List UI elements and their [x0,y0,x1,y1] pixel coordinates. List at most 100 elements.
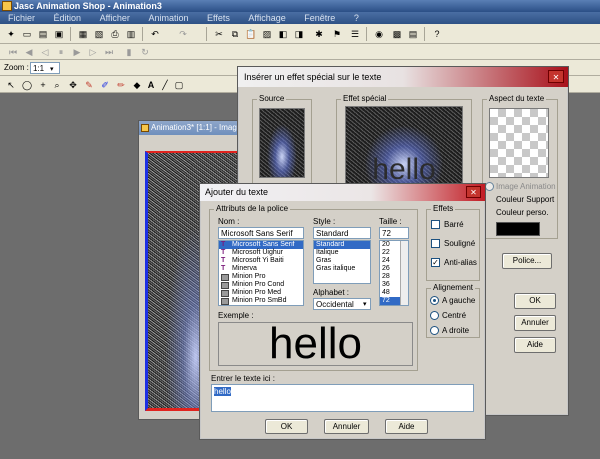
brush-icon[interactable]: ✐ [98,78,112,92]
couleur-perso-label: Couleur perso. [496,208,549,217]
new-icon[interactable]: ▭ [20,27,34,41]
save-icon[interactable]: ▣ [52,27,66,41]
frame-step-icon[interactable]: ▮ [122,45,136,59]
print-icon[interactable]: ⎙ [108,27,122,41]
frames-icon[interactable]: ▤ [406,27,420,41]
menu-affichage[interactable]: Affichage [240,13,293,23]
cancel-button[interactable]: Annuler [324,419,369,434]
font-list-item[interactable]: T Microsoft Sans Serif [219,241,303,249]
close-icon[interactable]: ✕ [548,70,564,83]
browse-icon[interactable]: ▦ [76,27,90,41]
chevron-down-icon[interactable]: ▾ [50,65,54,73]
wizard-icon[interactable]: ✦ [4,27,18,41]
film-icon[interactable]: ▥ [124,27,138,41]
crosshair-icon[interactable]: + [36,78,50,92]
menu-help[interactable]: ? [346,13,367,23]
toolbar-separator [70,27,71,41]
rewind-icon[interactable]: ◁ [38,45,52,59]
font-list-item[interactable]: Minion Pro [219,273,303,281]
close-icon[interactable]: ✕ [466,186,481,198]
align-left-radio[interactable] [430,296,439,305]
select-arrow-icon[interactable]: ↖ [4,78,18,92]
font-sample-preview: hello [218,322,413,366]
animation-window-title: Animation3* [1:1] - Image [139,121,247,135]
effect-icon[interactable]: ✱ [312,27,326,41]
transition-icon[interactable]: ⚑ [330,27,344,41]
prev-frame-icon[interactable]: ◀ [22,45,36,59]
color-swatch[interactable] [496,222,540,236]
effect-help-button[interactable]: Aide [514,337,556,353]
style-list-item[interactable]: Standard [314,241,370,249]
help-icon[interactable]: ? [430,27,444,41]
menu-edition[interactable]: Édition [46,13,90,23]
help-button[interactable]: Aide [385,419,428,434]
undo-icon[interactable]: ↶ [148,27,162,41]
size-list[interactable]: 20 22 24 26 28 36 48 72 [379,240,409,306]
text-tool-icon[interactable]: A [144,78,158,92]
copy-icon[interactable]: ⧉ [228,27,242,41]
paste-before-icon[interactable]: ◧ [276,27,290,41]
first-frame-icon[interactable]: ⏮ [6,45,20,59]
menu-fichier[interactable]: Fichier [0,13,43,23]
effect-ok-button[interactable]: OK [514,293,556,309]
text-entry-area[interactable]: hello [211,384,474,412]
antialias-checkbox[interactable]: ✓ [431,258,440,267]
size-input[interactable]: 72 [379,227,409,239]
lasso-icon[interactable]: ◯ [20,78,34,92]
zoom-icon[interactable]: ⌕ [50,78,64,92]
effect-preview-text: hello [372,153,436,186]
size-scrollbar[interactable] [400,241,408,305]
font-list-item[interactable]: T Minerva [219,265,303,273]
style-input[interactable]: Standard [313,227,371,239]
menu-animation[interactable]: Animation [140,13,196,23]
move-icon[interactable]: ✥ [66,78,80,92]
menu-fenetre[interactable]: Fenêtre [296,13,343,23]
font-list[interactable]: T Microsoft Sans Serif T Microsoft Uighur … [218,240,304,306]
optimize-icon[interactable]: ◉ [372,27,386,41]
alignement-group: Alignement A gauche Centré A droite [426,283,480,338]
font-name-input[interactable]: Microsoft Sans Serif [218,227,304,239]
fill-icon[interactable]: ◆ [130,78,144,92]
souligne-checkbox[interactable] [431,239,440,248]
menu-effets[interactable]: Effets [199,13,238,23]
style-list-item[interactable]: Gras [314,257,370,265]
align-right-radio[interactable] [430,326,439,335]
align-center-radio[interactable] [430,311,439,320]
police-button[interactable]: Police... [502,253,552,269]
save-copy-icon[interactable]: ▧ [92,27,106,41]
effect-cancel-button[interactable]: Annuler [514,315,556,331]
chevron-down-icon[interactable]: ▾ [363,300,367,308]
palette-icon[interactable]: ▩ [390,27,404,41]
paste-new-icon[interactable]: ▨ [260,27,274,41]
font-list-item[interactable]: Minion Pro Cond [219,281,303,289]
next-frame-icon[interactable]: ▷ [86,45,100,59]
play-icon[interactable]: ▶ [70,45,84,59]
dropper-icon[interactable]: ✎ [82,78,96,92]
font-list-item[interactable]: T Microsoft Uighur [219,249,303,257]
open-icon[interactable]: ▤ [36,27,50,41]
line-tool-icon[interactable]: ╱ [158,78,172,92]
ok-button[interactable]: OK [265,419,308,434]
nom-label: Nom : [218,217,240,226]
menu-afficher[interactable]: Afficher [92,13,138,23]
paste-after-icon[interactable]: ◨ [292,27,306,41]
last-frame-icon[interactable]: ⏭ [102,45,116,59]
paste-icon[interactable]: 📋 [244,27,258,41]
redo-icon[interactable]: ↷ [176,27,190,41]
cut-icon[interactable]: ✂ [212,27,226,41]
loop-icon[interactable]: ↻ [138,45,152,59]
font-list-item[interactable]: T Microsoft Yi Baiti [219,257,303,265]
pause-icon[interactable]: ⏸ [54,45,68,59]
zoom-select[interactable]: 1:1 [30,62,60,74]
aspect-image-animation-radio[interactable] [485,182,494,191]
text-effect-icon[interactable]: ☰ [348,27,362,41]
style-list-item[interactable]: Italique [314,249,370,257]
font-sample-text: hello [269,322,362,366]
font-list-item[interactable]: Minion Pro Med [219,289,303,297]
rectangle-tool-icon[interactable]: ▢ [172,78,186,92]
style-list-item[interactable]: Gras italique [314,265,370,273]
style-list[interactable]: Standard Italique Gras Gras italique [313,240,371,284]
font-list-item[interactable]: Minion Pro SmBd [219,297,303,305]
eraser-icon[interactable]: ✏ [114,78,128,92]
barre-checkbox[interactable] [431,220,440,229]
